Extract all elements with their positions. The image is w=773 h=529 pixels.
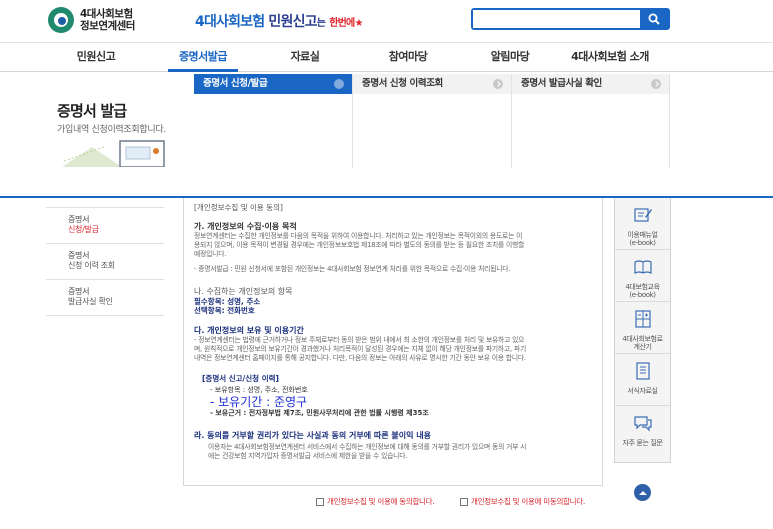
- consent-agree-checkbox[interactable]: [316, 497, 324, 506]
- optional-items: 선택항목: 전화번호: [194, 306, 255, 315]
- search-icon: [648, 13, 660, 25]
- gnb-item-notice[interactable]: 알림마당: [475, 43, 545, 72]
- quick-item-label: 계산기: [633, 343, 652, 351]
- mega-menu-panel: 증명서 발급 가입내역 신청이력조회합니다. 증명서 신청/발급 증명서 신청 …: [0, 72, 773, 198]
- side-nav-item-line2: 신청/발급: [68, 225, 99, 234]
- section-da-heading: 다. 개인정보의 보유 및 이용기간: [194, 326, 304, 335]
- quick-item-label: (e-book): [629, 291, 656, 299]
- quick-item-label: 서식자료실: [627, 387, 658, 395]
- section-ra-text: 이용자는 4대사회보험정보연계센터 서비스에서 수집하는 개인정보에 대해 동의…: [208, 443, 527, 451]
- logo-emblem-icon: [48, 7, 74, 33]
- chevron-up-icon: [638, 490, 647, 495]
- quick-menu: 이용매뉴얼 (e-book) 4대보험교육 (e-book) 4대사회보험료 계…: [614, 198, 671, 463]
- quick-item-faq[interactable]: 자주 묻는 질문: [615, 406, 670, 458]
- section-ra-heading: 라. 동의를 거부할 권리가 있다는 사실과 동의 거부에 따른 불이익 내용: [194, 431, 431, 440]
- logo-line1: 4대사회보험: [80, 8, 133, 20]
- book-icon: [633, 260, 652, 274]
- section-da-text: 며, 원칙적으로 개인정보의 보유기간이 경과했거나 처리목적이 달성된 경우에…: [194, 345, 527, 353]
- side-nav-divider: [46, 315, 164, 316]
- scroll-top-button[interactable]: [634, 484, 651, 501]
- section-na-heading: 나. 수집하는 개인정보의 항목: [194, 287, 293, 296]
- consent-agree-option[interactable]: 개인정보수집 및 이용에 동의합니다.: [316, 496, 435, 507]
- logo-text: 4대사회보험 정보연계센터: [80, 8, 135, 32]
- consent-agree-label: 개인정보수집 및 이용에 동의합니다.: [327, 497, 435, 506]
- section-ga-heading: 가. 개인정보의 수집·이용 목적: [194, 222, 297, 231]
- search-input[interactable]: [473, 10, 640, 28]
- section-ga-text: 용되지 않으며, 이용 목적이 변경될 경우에는 개인정보보호법 제18조에 따…: [194, 241, 525, 249]
- search-box: [471, 8, 670, 30]
- mega-link-history[interactable]: 증명서 신청 이력조회: [353, 74, 511, 94]
- quick-item-label: 자주 묻는 질문: [622, 439, 663, 447]
- mega-menu-title: 증명서 발급: [57, 102, 127, 120]
- consent-disagree-label: 개인정보수집 및 이용에 미동의합니다.: [471, 497, 585, 506]
- mega-menu-subtitle: 가입내역 신청이력조회합니다.: [57, 125, 166, 135]
- chat-bubble-icon: [633, 416, 652, 432]
- arrow-right-icon: [651, 79, 661, 89]
- retention-items: - 보유항목 : 성명, 주소, 전화번호: [210, 386, 308, 394]
- retention-basis: - 보유근거 : 전자정부법 제7조, 민원사무처리에 관한 법률 시행령 제3…: [210, 409, 429, 417]
- header-slogan: 4대사회보험 민원신고는 한번에★: [195, 11, 363, 31]
- mega-link-history-label: 증명서 신청 이력조회: [362, 78, 443, 89]
- star-icon: ★: [354, 18, 363, 29]
- side-nav-item-line2: 신청 이력 조회: [68, 261, 115, 270]
- main-navigation: 민원신고 증명서발급 자료실 참여마당 알림마당 4대사회보험 소개: [0, 42, 773, 72]
- slogan-part1: 4대사회보험: [195, 14, 265, 30]
- slogan-part2: 민원신고: [268, 14, 317, 30]
- side-nav-item-line1: 증명서: [68, 287, 90, 296]
- mega-link-apply[interactable]: 증명서 신청/발급: [194, 74, 352, 94]
- mega-link-verify[interactable]: 증명서 발급사실 확인: [512, 74, 669, 94]
- privacy-consent-text[interactable]: [개인정보수집 및 이용 동의] 가. 개인정보의 수집·이용 목적 정보연계센…: [183, 198, 603, 486]
- quick-item-label: (e-book): [629, 239, 656, 247]
- mega-link-verify-label: 증명서 발급사실 확인: [521, 78, 602, 89]
- gnb-item-about[interactable]: 4대사회보험 소개: [560, 43, 660, 72]
- side-navigation: 증명서 신청/발급 증명서 신청 이력 조회 증명서 발급사실 확인: [46, 207, 164, 316]
- quick-item-education[interactable]: 4대보험교육 (e-book): [615, 250, 670, 302]
- quick-item-label: 이용매뉴얼: [627, 231, 658, 239]
- slogan-part4: 한번에: [329, 18, 355, 29]
- consent-disagree-option[interactable]: 개인정보수집 및 이용에 미동의합니다.: [460, 496, 585, 507]
- certificate-illustration-icon: [62, 140, 165, 167]
- retention-box-heading: [증명서 신고/신청 이력]: [202, 374, 279, 383]
- section-ga-text: 정보연계센터는 수집한 개인정보를 다음의 목적을 위하여 이용합니다. 처리하…: [194, 232, 523, 240]
- gnb-item-certificate[interactable]: 증명서발급: [168, 43, 238, 72]
- quick-item-manual[interactable]: 이용매뉴얼 (e-book): [615, 198, 670, 250]
- side-nav-item-history[interactable]: 증명서 신청 이력 조회: [46, 243, 164, 279]
- section-da-text: - 정보연계센터는 법령에 근거하거나 정보 주체로부터 동의 받은 범위 내에…: [194, 336, 525, 344]
- quick-item-forms[interactable]: 서식자료실: [615, 354, 670, 406]
- mega-col-apply: 증명서 신청/발급: [194, 74, 353, 168]
- section-ra-text: 에는 건강보험 지역가입자 증명서발급 서비스에 제한을 받을 수 있습니다.: [208, 452, 408, 460]
- gnb-item-participation[interactable]: 참여마당: [373, 43, 443, 72]
- site-logo[interactable]: 4대사회보험 정보연계센터: [48, 7, 135, 33]
- side-nav-item-apply[interactable]: 증명서 신청/발급: [46, 207, 164, 243]
- slogan-part3: 는: [316, 18, 326, 29]
- logo-line2: 정보연계센터: [80, 20, 135, 32]
- mega-link-apply-label: 증명서 신청/발급: [203, 78, 268, 89]
- arrow-right-icon: [334, 79, 344, 89]
- mega-col-verify: 증명서 발급사실 확인: [512, 74, 670, 168]
- gnb-item-complaint[interactable]: 민원신고: [60, 43, 132, 72]
- retention-period: - 보유기간 : 준영구: [210, 395, 308, 409]
- document-icon: [635, 362, 650, 380]
- search-button[interactable]: [640, 10, 668, 28]
- consent-heading: [개인정보수집 및 이용 동의]: [194, 203, 283, 212]
- side-nav-item-line1: 증명서: [68, 251, 90, 260]
- arrow-right-icon: [493, 79, 503, 89]
- side-nav-item-line2: 발급사실 확인: [68, 297, 113, 306]
- site-header: 4대사회보험 정보연계센터 4대사회보험 민원신고는 한번에★: [0, 0, 773, 42]
- required-items: 필수항목: 성명, 주소: [194, 297, 261, 306]
- consent-disagree-checkbox[interactable]: [460, 497, 468, 506]
- quick-item-label: 4대보험교육: [625, 283, 660, 291]
- quick-item-calculator[interactable]: 4대사회보험료 계산기: [615, 302, 670, 354]
- gnb-item-library[interactable]: 자료실: [270, 43, 340, 72]
- mega-col-history: 증명서 신청 이력조회: [353, 74, 512, 168]
- pencil-note-icon: [633, 208, 652, 222]
- section-ga-text: 예정입니다.: [194, 250, 227, 258]
- side-nav-item-verify[interactable]: 증명서 발급사실 확인: [46, 279, 164, 315]
- section-ga-text: - 증명서발급 : 민원 신청서에 포함된 개인정보는 4대사회보험 정보연계 …: [194, 265, 511, 273]
- side-nav-item-line1: 증명서: [68, 215, 90, 224]
- calculator-icon: [634, 310, 651, 328]
- section-da-text: 내역은 정보연계센터 홈페이지를 통해 공지합니다. 다만, 다음의 정보는 아…: [194, 354, 526, 362]
- quick-item-label: 4대사회보험료: [622, 335, 663, 343]
